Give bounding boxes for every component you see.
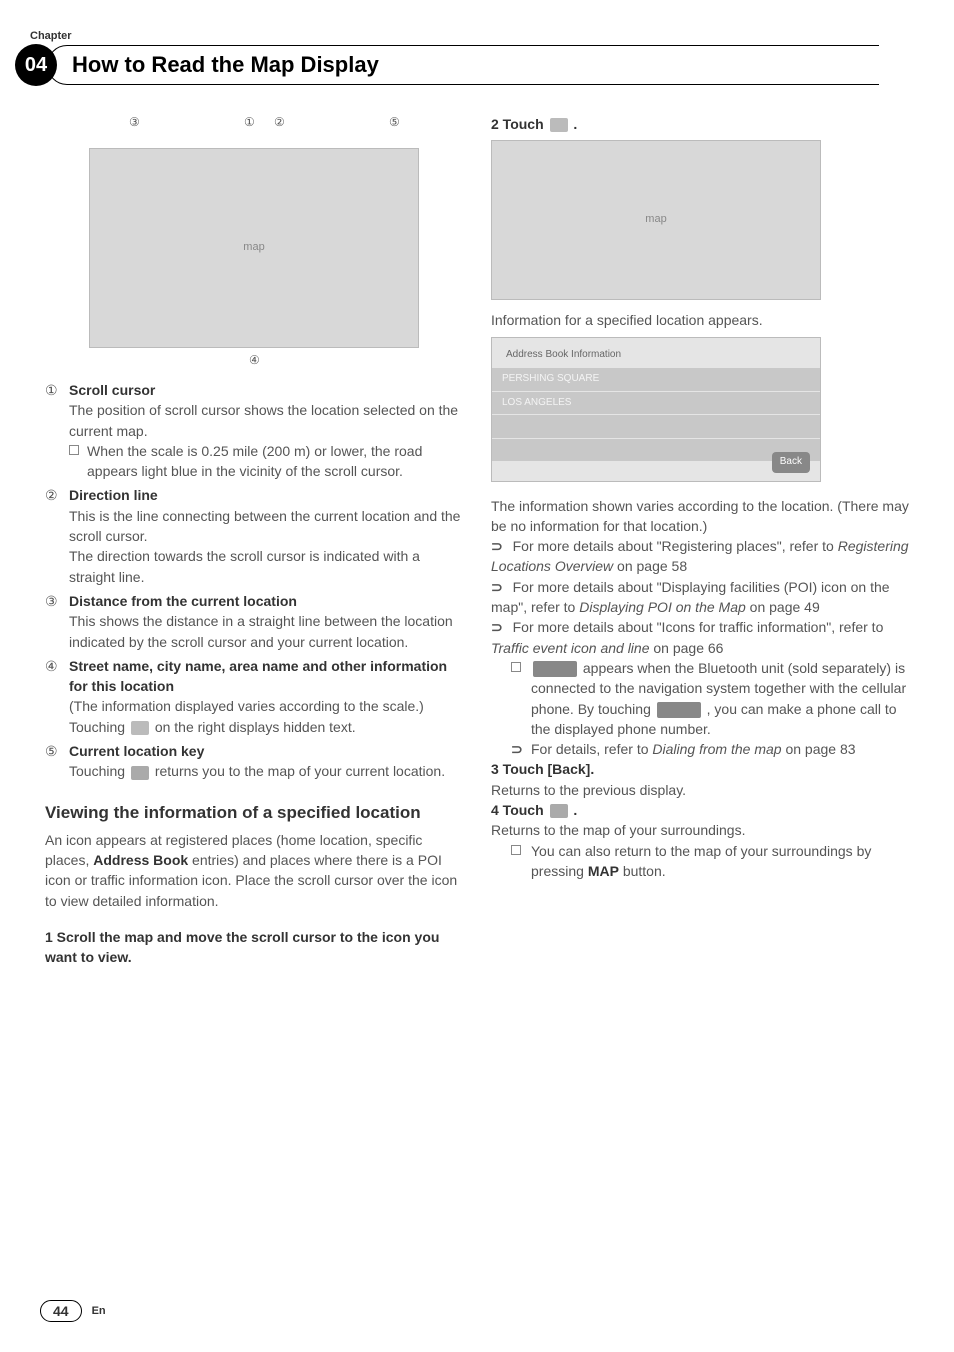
list-num: ⑤ (45, 741, 69, 782)
list-item-5: ⑤ Current location key Touching returns … (45, 741, 463, 782)
item-body: Touching returns you to the map of your … (69, 761, 463, 781)
section-body: An icon appears at registered places (ho… (45, 830, 463, 911)
item-body2: Touching on the right displays hidden te… (69, 717, 463, 737)
txt: on page 49 (746, 599, 820, 615)
right-column: 2 Touch . map Information for a specifie… (491, 114, 909, 968)
txt: 4 Touch (491, 802, 548, 818)
txt: Touching (69, 763, 129, 779)
txt: on page 66 (650, 640, 724, 656)
phone-icon (657, 702, 701, 718)
callout-3: ③ (129, 114, 140, 131)
checkbox-icon (511, 845, 521, 855)
info-row (492, 439, 820, 462)
list-item-1: ① Scroll cursor The position of scroll c… (45, 380, 463, 481)
step-3-body: Returns to the previous display. (491, 780, 909, 800)
txt: on page 83 (782, 741, 856, 757)
txt: You can also return to the map of your s… (531, 843, 871, 879)
list-num: ③ (45, 591, 69, 652)
callout-4: ④ (249, 352, 260, 369)
list-num: ① (45, 380, 69, 481)
item-title: Street name, city name, area name and ot… (69, 656, 463, 697)
step-4-body: Returns to the map of your surroundings. (491, 820, 909, 840)
list-num: ② (45, 485, 69, 586)
callout-2: ② (274, 114, 285, 131)
map-screenshot-1: map (89, 148, 419, 348)
nested-xref: For details, refer to Dialing from the m… (491, 739, 909, 759)
txt: . (573, 116, 577, 132)
item-body: The position of scroll cursor shows the … (69, 400, 463, 441)
item-body: This is the line connecting between the … (69, 506, 463, 547)
checkbox-icon (69, 445, 79, 455)
txt: returns you to the map of your current l… (155, 763, 445, 779)
phone-icon (533, 661, 577, 677)
item-body: (The information displayed varies accord… (69, 696, 463, 716)
address-book-info-panel: Address Book Information PERSHING SQUARE… (491, 337, 821, 482)
step-3: 3 Touch [Back]. (491, 759, 909, 779)
step-4-sub: You can also return to the map of your s… (491, 841, 909, 882)
list-item-4: ④ Street name, city name, area name and … (45, 656, 463, 737)
item-sub-text: When the scale is 0.25 mile (200 m) or l… (87, 443, 422, 479)
txt: 2 Touch (491, 116, 548, 132)
list-item-2: ② Direction line This is the line connec… (45, 485, 463, 586)
language-label: En (92, 1305, 106, 1317)
item-sub: When the scale is 0.25 mile (200 m) or l… (69, 441, 463, 482)
txt: on page 58 (613, 558, 687, 574)
page-title: How to Read the Map Display (72, 52, 379, 78)
info-row: PERSHING SQUARE (492, 368, 820, 391)
xref-italic: Dialing from the map (652, 741, 781, 757)
xref-bullet: For more details about "Displaying facil… (491, 577, 909, 618)
section-heading: Viewing the information of a specified l… (45, 802, 463, 824)
list-num: ④ (45, 656, 69, 737)
map1-top-callouts: ③ ① ② ⑤ (89, 114, 419, 130)
xref-bullet: For more details about "Icons for traffi… (491, 617, 909, 658)
nested-note: appears when the Bluetooth unit (sold se… (491, 658, 909, 739)
callout-5: ⑤ (389, 114, 400, 131)
item-title: Distance from the current location (69, 591, 463, 611)
txt: on the right displays hidden text. (155, 719, 356, 735)
info-row (492, 415, 820, 438)
map-button-bold: MAP (588, 863, 619, 879)
para-1: The information shown varies according t… (491, 496, 909, 537)
left-column: ③ ① ② ⑤ map ④ ① Scroll cursor The positi… (45, 114, 463, 968)
list-item-3: ③ Distance from the current location Thi… (45, 591, 463, 652)
info-header: Address Book Information (506, 348, 806, 363)
caption-1: Information for a specified location app… (491, 310, 909, 330)
page-header: 04 How to Read the Map Display (15, 44, 909, 86)
step-2: 2 Touch . (491, 114, 909, 134)
txt: For details, refer to (531, 741, 652, 757)
item-title: Current location key (69, 741, 463, 761)
triangle-icon (131, 766, 149, 780)
address-book-bold: Address Book (93, 852, 188, 868)
item-body2: The direction towards the scroll cursor … (69, 546, 463, 587)
callout-1: ① (244, 114, 255, 131)
chapter-number-badge: 04 (15, 44, 57, 86)
list-icon (550, 118, 568, 132)
arrow-icon (131, 721, 149, 735)
page-footer: 44 En (40, 1300, 106, 1322)
xref-italic: Displaying POI on the Map (579, 599, 746, 615)
item-body: This shows the distance in a straight li… (69, 611, 463, 652)
txt: Touching (69, 719, 129, 735)
xref-italic: Traffic event icon and line (491, 640, 650, 656)
back-button[interactable]: Back (772, 452, 810, 473)
txt: For more details about "Icons for traffi… (513, 619, 884, 635)
info-row: LOS ANGELES (492, 392, 820, 415)
map1-bottom-callouts: ④ (89, 352, 419, 370)
item-title: Scroll cursor (69, 380, 463, 400)
txt: . (573, 802, 577, 818)
step-1: 1 Scroll the map and move the scroll cur… (45, 927, 463, 968)
triangle-icon (550, 804, 568, 818)
step-4: 4 Touch . (491, 800, 909, 820)
page-number: 44 (40, 1300, 82, 1322)
item-title: Direction line (69, 485, 463, 505)
chapter-label: Chapter (30, 30, 909, 42)
checkbox-icon (511, 662, 521, 672)
txt: button. (619, 863, 666, 879)
xref-bullet: For more details about "Registering plac… (491, 536, 909, 577)
txt: For more details about "Registering plac… (513, 538, 838, 554)
title-bar: How to Read the Map Display (47, 45, 909, 85)
map-screenshot-2: map (491, 140, 821, 300)
